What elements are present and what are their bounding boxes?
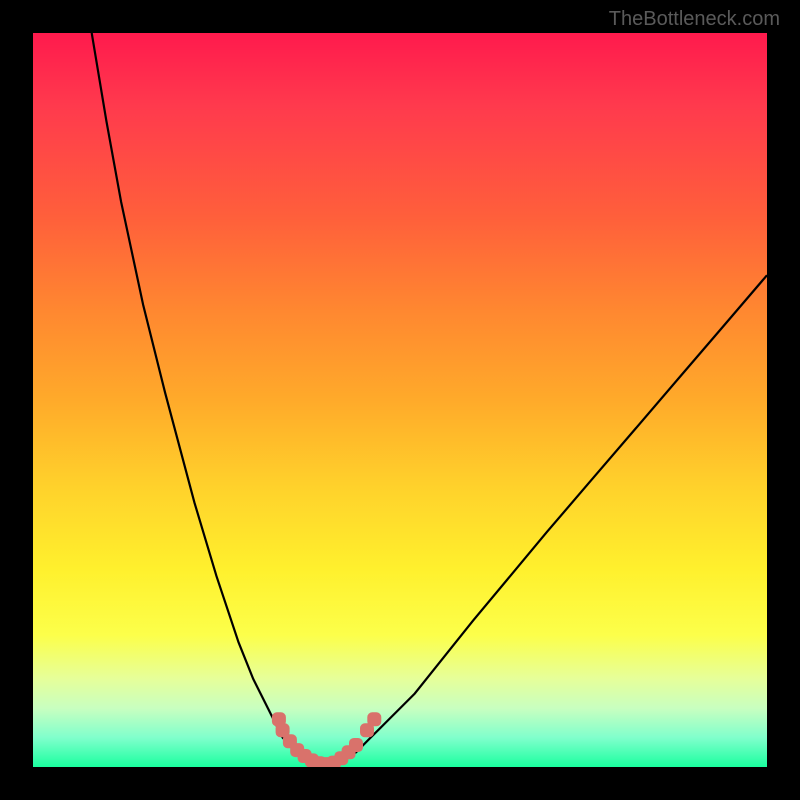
marker-point [367,712,381,726]
curve-left [92,33,320,765]
chart-container: TheBottleneck.com [0,0,800,800]
watermark-text: TheBottleneck.com [609,8,780,31]
chart-svg [33,33,767,767]
data-markers [272,712,381,767]
curve-right [327,275,767,765]
marker-point [349,738,363,752]
